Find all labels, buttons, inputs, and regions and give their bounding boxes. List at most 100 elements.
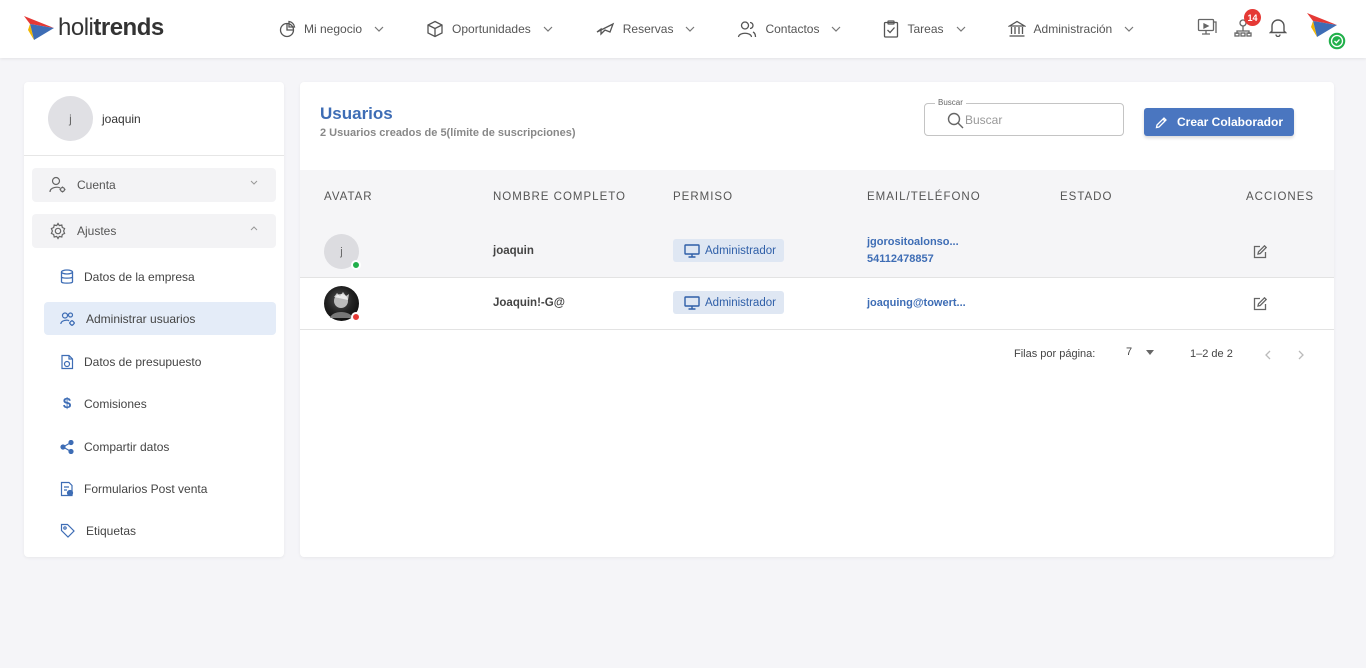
table-header: AVATAR NOMBRE COMPLETO PERMISO EMAIL/TEL… — [300, 170, 1334, 226]
box-icon — [427, 20, 443, 38]
chevron-down-icon — [956, 26, 965, 32]
logo-plane-icon — [24, 16, 54, 40]
sidebar-item-formularios-post-venta[interactable]: Formularios Post venta — [44, 472, 276, 505]
create-collaborator-button[interactable]: Crear Colaborador — [1144, 108, 1294, 136]
form-icon — [60, 481, 74, 496]
table-row[interactable]: j joaquin Administrador jgorositoalonso.… — [300, 226, 1334, 278]
monitor-icon — [684, 295, 700, 310]
column-header-nombre: NOMBRE COMPLETO — [493, 191, 626, 203]
nav-tareas[interactable]: Tareas — [883, 20, 965, 38]
profile-name: joaquin — [102, 111, 141, 126]
rows-per-page-select[interactable]: 7 — [1126, 346, 1155, 358]
settings-sidebar: j joaquin Cuenta Ajustes Datos de la emp… — [24, 82, 284, 557]
sidebar-section-cuenta[interactable]: Cuenta — [32, 168, 276, 202]
sidebar-item-datos-empresa[interactable]: Datos de la empresa — [44, 260, 276, 293]
column-header-estado: ESTADO — [1060, 191, 1113, 203]
column-header-email: EMAIL/TELÉFONO — [867, 191, 981, 203]
budget-doc-icon — [61, 354, 74, 369]
clipboard-icon — [884, 20, 899, 38]
user-name: Joaquin!-G@ — [493, 297, 565, 309]
sidebar-item-label: Datos de presupuesto — [84, 354, 202, 369]
user-brand-avatar[interactable] — [1306, 11, 1348, 51]
caret-down-icon — [1146, 349, 1155, 355]
notification-count-badge: 14 — [1244, 9, 1261, 26]
nav-administracion[interactable]: Administración — [1007, 20, 1135, 38]
chevron-down-icon — [832, 26, 841, 32]
column-header-acciones: ACCIONES — [1246, 191, 1315, 203]
chevron-right-icon[interactable] — [1298, 350, 1305, 360]
brand-logo[interactable]: holitrends — [24, 13, 164, 43]
sidebar-item-label: Comisiones — [84, 396, 147, 411]
bell-icon[interactable] — [1269, 17, 1287, 37]
avatar: j — [48, 96, 93, 141]
sidebar-item-comisiones[interactable]: $ Comisiones — [44, 387, 276, 420]
user-phone[interactable]: 54112478857 — [867, 253, 934, 265]
dollar-icon: $ — [62, 395, 72, 412]
presentation-screen-icon[interactable] — [1197, 17, 1217, 37]
sidebar-item-label: Compartir datos — [84, 439, 170, 454]
offline-status-dot — [351, 312, 361, 322]
column-header-permiso: PERMISO — [673, 191, 734, 203]
page-title: Usuarios — [320, 104, 393, 123]
nav-mi-negocio[interactable]: Mi negocio — [278, 20, 384, 38]
sidebar-item-administrar-usuarios[interactable]: Administrar usuarios — [44, 302, 276, 335]
pie-chart-icon — [279, 20, 296, 38]
chevron-down-icon — [686, 26, 695, 32]
table-row[interactable]: Joaquin!-G@ Administrador joaquing@tower… — [300, 278, 1334, 330]
permission-badge: Administrador — [673, 291, 784, 314]
verified-check-icon — [1327, 31, 1347, 51]
search-icon — [947, 112, 964, 129]
sidebar-item-label: Datos de la empresa — [84, 269, 195, 284]
section-label: Cuenta — [77, 178, 116, 192]
permission-label: Administrador — [705, 296, 776, 309]
online-status-dot — [351, 260, 361, 270]
nav-oportunidades[interactable]: Oportunidades — [426, 20, 553, 38]
user-email[interactable]: jgorositoalonso... — [867, 236, 959, 248]
plane-icon — [596, 22, 614, 36]
search-input[interactable] — [965, 111, 1115, 129]
database-icon — [60, 268, 74, 284]
nav-label: Administración — [1033, 22, 1113, 36]
edit-icon[interactable] — [1253, 245, 1267, 259]
section-label: Ajustes — [77, 224, 117, 238]
sidebar-item-label: Administrar usuarios — [86, 311, 196, 326]
sidebar-item-compartir-datos[interactable]: Compartir datos — [44, 430, 276, 463]
nav-reservas[interactable]: Reservas — [595, 20, 696, 38]
pencil-icon — [1155, 116, 1167, 128]
nav-label: Oportunidades — [452, 22, 531, 36]
rows-per-page-label: Filas por página: — [1014, 348, 1096, 360]
share-icon — [60, 439, 74, 454]
user-gear-icon — [49, 176, 66, 193]
sidebar-profile: j joaquin — [24, 82, 284, 156]
edit-icon[interactable] — [1253, 297, 1267, 311]
user-name: joaquin — [493, 245, 534, 257]
sidebar-section-ajustes[interactable]: Ajustes — [32, 214, 276, 248]
nav-label: Reservas — [622, 22, 674, 36]
rows-per-page-value: 7 — [1126, 346, 1133, 358]
bank-icon — [1007, 20, 1026, 37]
chevron-down-icon — [543, 26, 553, 32]
sidebar-item-etiquetas[interactable]: Etiquetas — [44, 514, 276, 547]
nav-label: Tareas — [907, 22, 944, 36]
brand-name: holitrends — [58, 14, 164, 41]
chevron-up-icon — [250, 226, 258, 231]
create-button-label: Crear Colaborador — [1176, 115, 1284, 129]
sidebar-item-label: Etiquetas — [86, 523, 137, 538]
top-navigation-bar: holitrends Mi negocio Oportunidades Rese… — [0, 0, 1366, 58]
pagination-range: 1–2 de 2 — [1190, 348, 1233, 360]
user-email[interactable]: joaquing@towert... — [867, 297, 966, 309]
tags-icon — [60, 523, 75, 538]
monitor-icon — [684, 243, 700, 258]
gear-icon — [50, 222, 66, 240]
search-box[interactable]: Buscar — [924, 98, 1124, 136]
nav-contactos[interactable]: Contactos — [737, 20, 841, 38]
chevron-left-icon[interactable] — [1264, 350, 1271, 360]
sidebar-item-datos-presupuesto[interactable]: Datos de presupuesto — [44, 345, 276, 378]
main-nav: Mi negocio Oportunidades Reservas Contac… — [278, 0, 1176, 58]
permission-badge: Administrador — [673, 239, 784, 262]
chevron-down-icon — [250, 180, 258, 185]
users-gear-icon — [60, 311, 75, 326]
contacts-icon — [738, 21, 757, 38]
nav-label: Mi negocio — [304, 22, 363, 36]
permission-label: Administrador — [705, 244, 776, 257]
